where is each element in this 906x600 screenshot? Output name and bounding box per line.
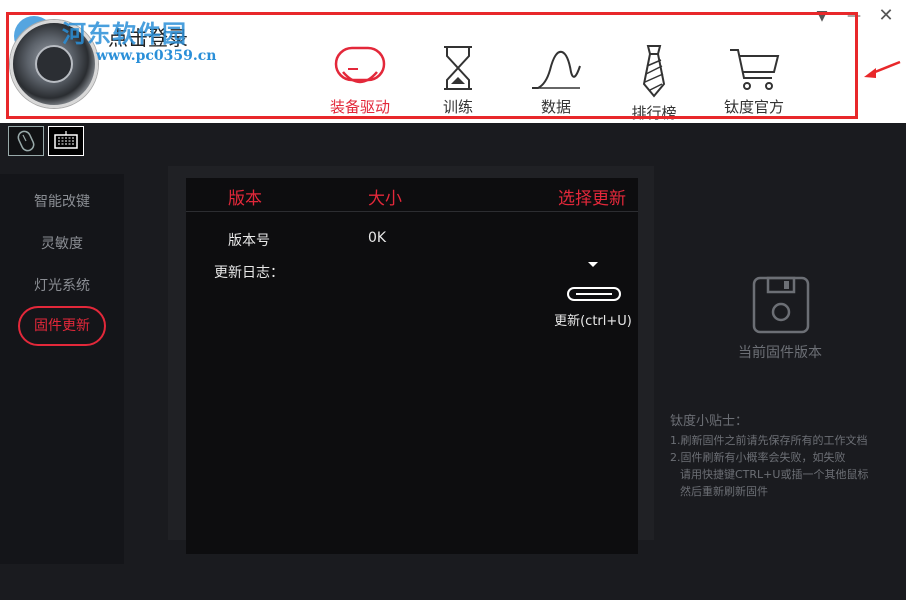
sidebar-item-smart-keymap[interactable]: 智能改键 <box>18 182 106 222</box>
size-value: 0K <box>368 230 387 246</box>
sidebar-item-firmware-update[interactable]: 固件更新 <box>18 306 106 346</box>
sidebar-item-lighting[interactable]: 灯光系统 <box>18 266 106 306</box>
annotation-arrow-icon <box>864 60 901 78</box>
tip-line: 然后重新刷新固件 <box>680 485 768 498</box>
mouse-icon <box>17 130 35 152</box>
sidebar-item-sensitivity[interactable]: 灵敏度 <box>18 224 106 264</box>
tip-line: 2.固件刷新有小概率会失败，如失败 <box>670 451 846 464</box>
changelog-label: 更新日志： <box>214 265 284 281</box>
annotation-highlight-box <box>6 12 858 119</box>
close-button[interactable]: ✕ <box>876 6 896 26</box>
tip-line: 请用快捷键CTRL+U或插一个其他鼠标 <box>680 468 869 481</box>
header-version: 版本 <box>228 189 262 209</box>
version-label: 版本号 <box>228 233 270 249</box>
update-icon <box>567 262 621 301</box>
header-select-update: 选择更新 <box>558 189 626 209</box>
keyboard-icon <box>54 131 78 149</box>
update-button[interactable]: 更新(ctrl+U) <box>548 258 638 330</box>
current-firmware-version: 当前固件版本 <box>738 345 822 361</box>
header-size: 大小 <box>368 189 402 209</box>
mouse-device-button[interactable] <box>8 126 44 156</box>
update-button-label: 更新(ctrl+U) <box>554 314 632 329</box>
floppy-disk-icon <box>752 276 810 334</box>
tip-line: 1.刷新固件之前请先保存所有的工作文档 <box>670 434 868 447</box>
keyboard-device-button[interactable] <box>48 126 84 156</box>
tips-title: 钛度小贴士： <box>670 414 749 429</box>
header-divider <box>186 211 638 212</box>
